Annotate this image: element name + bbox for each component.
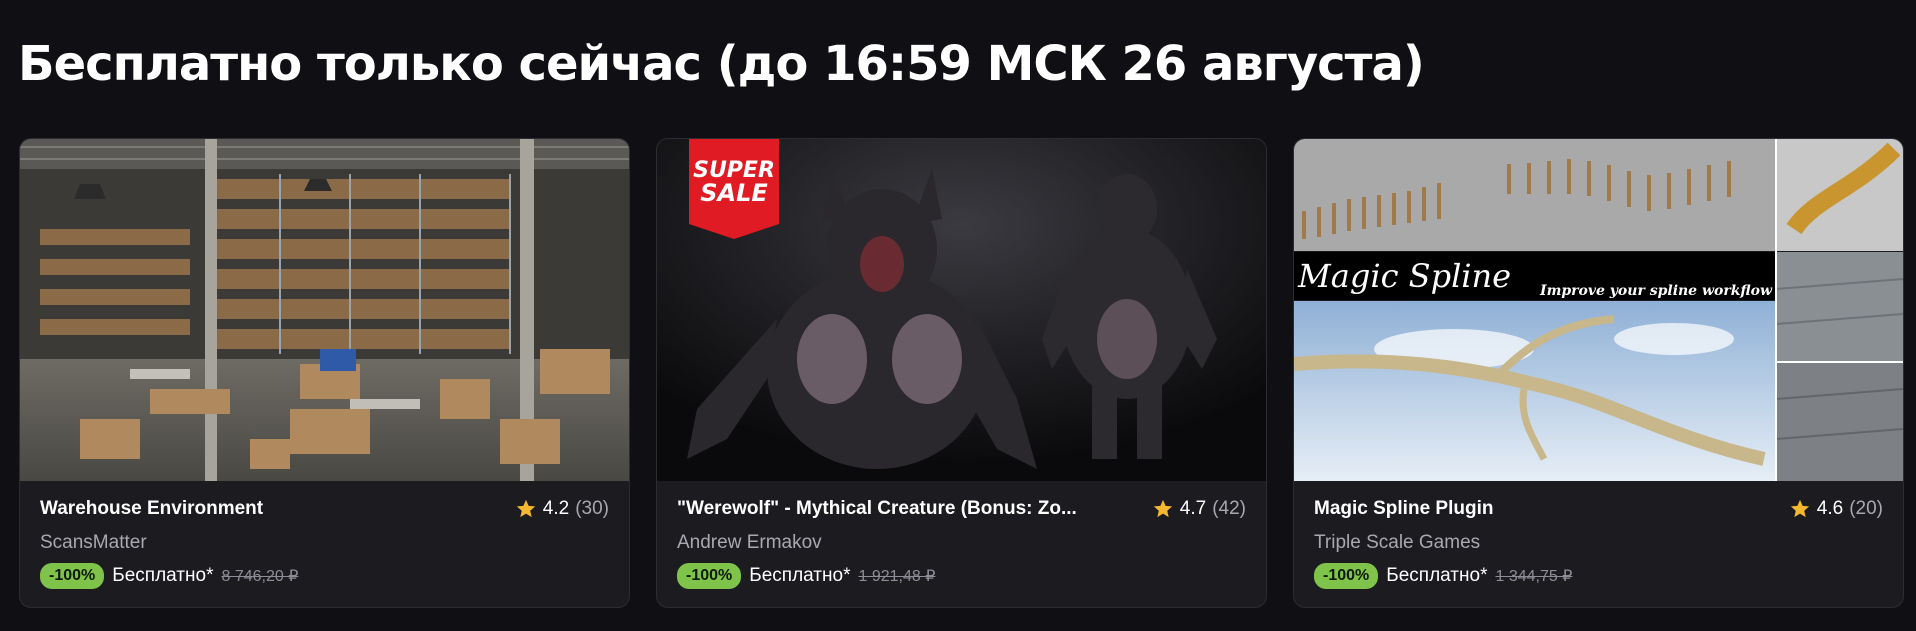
card-info: Warehouse Environment 4.2 (30) ScansMatt…	[40, 495, 609, 591]
rating: 4.2 (30)	[515, 498, 609, 520]
author-name[interactable]: Triple Scale Games	[1314, 529, 1883, 557]
price: Бесплатно*	[112, 565, 214, 586]
price-row: -100% Бесплатно* 8 746,20 ₽	[40, 561, 609, 591]
old-price: 1 344,75 ₽	[1495, 568, 1573, 585]
old-price: 1 921,48 ₽	[858, 568, 936, 585]
price-row: -100% Бесплатно* 1 921,48 ₽	[677, 561, 1246, 591]
star-icon	[516, 499, 535, 518]
product-thumbnail[interactable]: Magic Spline Improve your spline workflo…	[1294, 139, 1903, 481]
product-thumbnail[interactable]	[20, 139, 629, 481]
rating-value: 4.6	[1816, 498, 1844, 519]
review-count: (20)	[1849, 498, 1883, 519]
rating: 4.7 (42)	[1152, 498, 1246, 520]
product-card-warehouse[interactable]: Warehouse Environment 4.2 (30) ScansMatt…	[19, 138, 630, 608]
star-icon	[1153, 499, 1172, 518]
product-title[interactable]: Warehouse Environment	[40, 498, 263, 520]
warehouse-image	[20, 139, 629, 481]
rating-value: 4.7	[1179, 498, 1207, 519]
discount-badge: -100%	[677, 563, 742, 589]
werewolf-image: SUPER SALE	[657, 139, 1266, 481]
section-title: Бесплатно только сейчас (до 16:59 МСК 26…	[18, 36, 1425, 92]
product-card-magic-spline[interactable]: Magic Spline Improve your spline workflo…	[1293, 138, 1904, 608]
price: Бесплатно*	[1386, 565, 1488, 586]
rating-value: 4.2	[542, 498, 570, 519]
author-name[interactable]: ScansMatter	[40, 529, 609, 557]
review-count: (42)	[1212, 498, 1246, 519]
card-info: Magic Spline Plugin 4.6 (20) Triple Scal…	[1314, 495, 1883, 591]
super-sale-line2: SALE	[700, 179, 768, 207]
magic-spline-image: Magic Spline Improve your spline workflo…	[1294, 139, 1903, 481]
price-row: -100% Бесплатно* 1 344,75 ₽	[1314, 561, 1883, 591]
product-thumbnail[interactable]: SUPER SALE	[657, 139, 1266, 481]
old-price: 8 746,20 ₽	[221, 568, 299, 585]
magic-spline-banner-subtitle: Improve your spline workflow	[1539, 283, 1773, 299]
star-icon	[1790, 499, 1809, 518]
rating: 4.6 (20)	[1789, 498, 1883, 520]
discount-badge: -100%	[1314, 563, 1379, 589]
product-title[interactable]: Magic Spline Plugin	[1314, 498, 1493, 520]
discount-badge: -100%	[40, 563, 105, 589]
product-card-werewolf[interactable]: SUPER SALE "Werewolf" - Mythical Creatur…	[656, 138, 1267, 608]
free-now-section: Бесплатно только сейчас (до 16:59 МСК 26…	[0, 0, 1916, 631]
card-info: "Werewolf" - Mythical Creature (Bonus: Z…	[677, 495, 1246, 591]
card-list: Warehouse Environment 4.2 (30) ScansMatt…	[19, 138, 1904, 608]
price: Бесплатно*	[749, 565, 851, 586]
review-count: (30)	[575, 498, 609, 519]
magic-spline-banner-title: Magic Spline	[1297, 257, 1511, 295]
author-name[interactable]: Andrew Ermakov	[677, 529, 1246, 557]
product-title[interactable]: "Werewolf" - Mythical Creature (Bonus: Z…	[677, 498, 1077, 520]
